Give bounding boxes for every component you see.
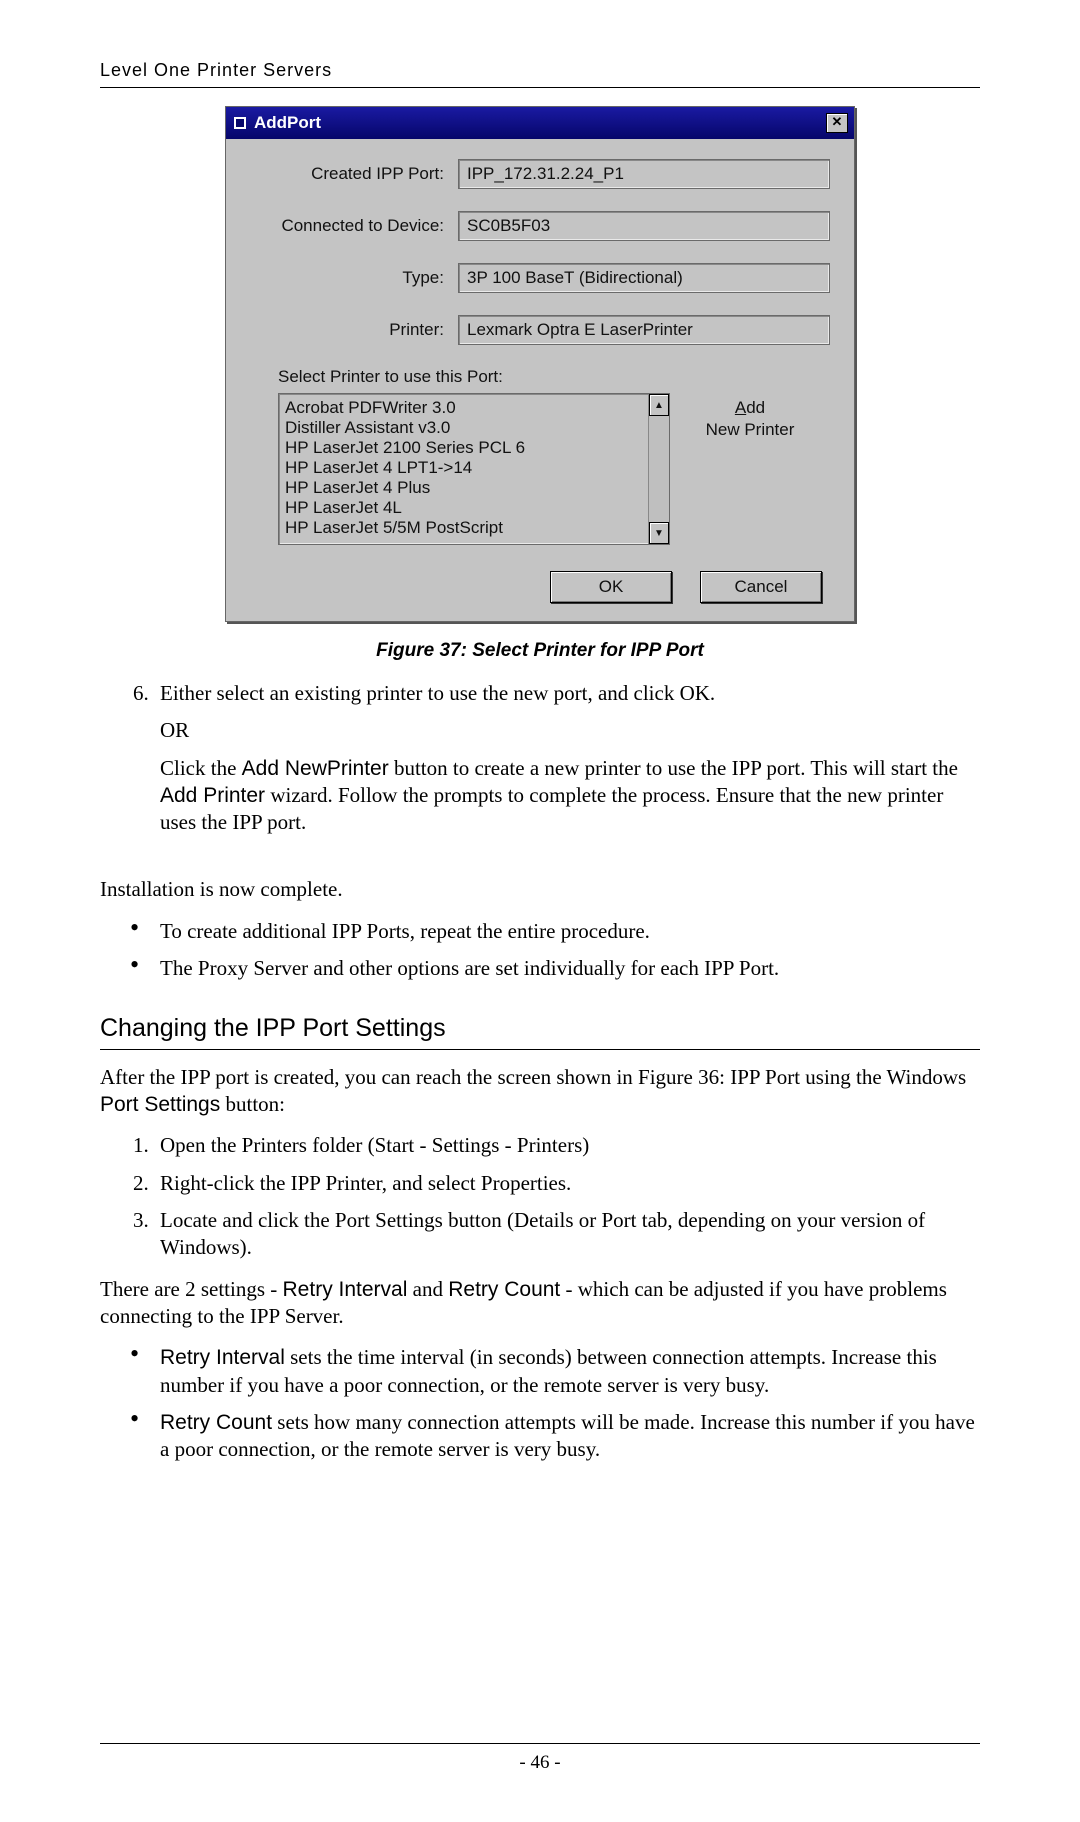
dialog-title: AddPort — [254, 113, 321, 133]
scroll-down-icon[interactable]: ▼ — [649, 522, 669, 544]
scroll-track[interactable] — [649, 416, 669, 522]
step-3: Locate and click the Port Settings butto… — [154, 1207, 980, 1262]
bullet-retry-count: Retry Count sets how many connection att… — [160, 1409, 980, 1464]
titlebar: AddPort ✕ — [226, 107, 854, 139]
section-heading: Changing the IPP Port Settings — [100, 1012, 980, 1050]
listbox-scrollbar[interactable]: ▲ ▼ — [648, 394, 669, 544]
install-complete: Installation is now complete. — [100, 876, 980, 903]
list-item[interactable]: HP LaserJet 5/5M PostScript — [285, 518, 642, 538]
created-ipp-value[interactable]: IPP_172.31.2.24_P1 — [458, 159, 830, 189]
connected-device-label: Connected to Device: — [250, 216, 458, 236]
type-label: Type: — [250, 268, 458, 288]
after-para: After the IPP port is created, you can r… — [100, 1064, 980, 1119]
bullet: To create additional IPP Ports, repeat t… — [160, 918, 980, 945]
list-item[interactable]: Acrobat PDFWriter 3.0 — [285, 398, 642, 418]
list-item[interactable]: HP LaserJet 4 Plus — [285, 478, 642, 498]
printer-label: Printer: — [250, 320, 458, 340]
figure-caption: Figure 37: Select Printer for IPP Port — [100, 640, 980, 662]
bullet: The Proxy Server and other options are s… — [160, 955, 980, 982]
scroll-up-icon[interactable]: ▲ — [649, 394, 669, 416]
type-value: 3P 100 BaseT (Bidirectional) — [458, 263, 830, 293]
app-icon — [232, 115, 248, 131]
page-footer: - 46 - — [100, 1743, 980, 1774]
page-header: Level One Printer Servers — [100, 60, 980, 88]
step-2: Right-click the IPP Printer, and select … — [154, 1170, 980, 1197]
step-6-cont: Click the Add NewPrinter button to creat… — [160, 755, 980, 837]
settings-para: There are 2 settings - Retry Interval an… — [100, 1276, 980, 1331]
add-new-printer-link[interactable]: Add New Printer — [670, 393, 830, 441]
list-item[interactable]: HP LaserJet 2100 Series PCL 6 — [285, 438, 642, 458]
step-1: Open the Printers folder (Start - Settin… — [154, 1132, 980, 1159]
list-item[interactable]: HP LaserJet 4L — [285, 498, 642, 518]
addnew-hotkey: A — [735, 398, 746, 417]
list-item[interactable]: HP LaserJet 4 LPT1->14 — [285, 458, 642, 478]
step-6: Either select an existing printer to use… — [154, 680, 980, 707]
addport-dialog: AddPort ✕ Created IPP Port: IPP_172.31.2… — [225, 106, 855, 622]
ok-button[interactable]: OK — [550, 571, 672, 603]
close-button[interactable]: ✕ — [826, 113, 848, 133]
select-printer-label: Select Printer to use this Port: — [278, 367, 830, 387]
printer-value: Lexmark Optra E LaserPrinter — [458, 315, 830, 345]
printer-listbox[interactable]: Acrobat PDFWriter 3.0 Distiller Assistan… — [278, 393, 670, 545]
step-6-or: OR — [160, 717, 980, 744]
created-ipp-label: Created IPP Port: — [250, 164, 458, 184]
page-number: - 46 - — [519, 1752, 560, 1773]
cancel-button[interactable]: Cancel — [700, 571, 822, 603]
connected-device-value: SC0B5F03 — [458, 211, 830, 241]
dialog-figure: AddPort ✕ Created IPP Port: IPP_172.31.2… — [225, 106, 855, 622]
bullet-retry-interval: Retry Interval sets the time interval (i… — [160, 1344, 980, 1399]
list-item[interactable]: Distiller Assistant v3.0 — [285, 418, 642, 438]
